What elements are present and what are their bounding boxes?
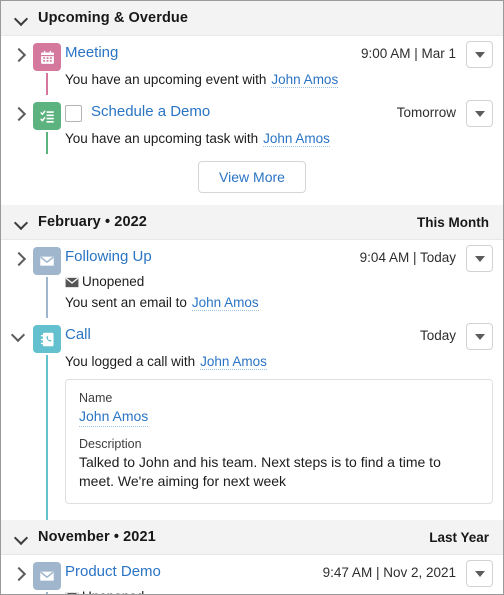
timeline-item-body: Following Up 9:04 AM | Today Unopened Yo… <box>65 240 493 318</box>
task-list-icon <box>33 102 61 130</box>
chevron-down-icon[interactable] <box>15 12 28 25</box>
item-timestamp: Today <box>419 328 456 343</box>
timeline-connector <box>46 355 48 520</box>
item-title-following-up[interactable]: Following Up <box>65 247 152 267</box>
item-timestamp: 9:04 AM | Today <box>359 250 456 265</box>
caret-down-icon <box>474 51 485 58</box>
chevron-right-icon <box>13 49 25 61</box>
timeline-item-product-demo: Product Demo 9:47 AM | Nov 2, 2021 Unope… <box>1 555 503 594</box>
timeline-item-body: Meeting 9:00 AM | Mar 1 You have an upco… <box>65 36 493 95</box>
view-more-button[interactable]: View More <box>198 161 306 193</box>
expand-toggle-schedule-demo[interactable] <box>9 95 29 154</box>
view-more-container: View More <box>1 154 503 205</box>
task-complete-checkbox[interactable] <box>65 105 82 122</box>
timeline-rail-meeting <box>29 36 65 95</box>
item-title-product-demo[interactable]: Product Demo <box>65 562 161 582</box>
section-right-label: This Month <box>417 214 489 230</box>
envelope-icon <box>65 592 79 594</box>
timeline-rail-product-demo <box>29 555 65 594</box>
timeline-rail-schedule-demo <box>29 95 65 154</box>
section-right-label: Last Year <box>429 529 489 545</box>
activity-timeline-panel: Upcoming & Overdue Meeting 9:00 AM | Mar… <box>0 0 504 595</box>
chevron-down-icon <box>13 331 25 343</box>
timeline-item-body: Call Today You logged a call with John Am… <box>65 318 493 520</box>
item-description-prefix: You have an upcoming event with <box>65 72 267 87</box>
related-contact-link[interactable]: John Amos <box>191 295 259 311</box>
field-label-description: Description <box>79 437 142 451</box>
section-title: February • 2022 <box>38 214 147 230</box>
row-actions-menu-button[interactable] <box>466 100 493 127</box>
field-value-name-link[interactable]: John Amos <box>79 407 149 427</box>
caret-down-icon <box>474 333 485 340</box>
chevron-down-icon[interactable] <box>15 216 28 229</box>
timeline-connector <box>46 73 48 95</box>
row-actions-menu-button[interactable] <box>466 245 493 272</box>
item-description-prefix: You sent an email to <box>65 295 187 310</box>
field-label-name: Name <box>79 391 113 405</box>
chevron-down-icon[interactable] <box>15 531 28 544</box>
caret-down-icon <box>474 255 485 262</box>
expand-toggle-meeting[interactable] <box>9 36 29 95</box>
related-contact-link[interactable]: John Amos <box>263 131 330 147</box>
email-icon <box>33 562 61 590</box>
item-title-call[interactable]: Call <box>65 325 91 345</box>
item-timestamp: 9:00 AM | Mar 1 <box>360 46 456 61</box>
chevron-right-icon <box>13 568 25 580</box>
item-description-prefix: You have an upcoming task with <box>65 131 259 146</box>
row-actions-menu-button[interactable] <box>466 41 493 68</box>
section-header-november-2021[interactable]: November • 2021 Last Year <box>1 520 503 555</box>
call-log-icon <box>33 325 61 353</box>
item-subtitle: You sent an email to John Amos <box>65 293 493 312</box>
timeline-item-schedule-demo: Schedule a Demo Tomorrow You have an upc… <box>1 95 503 154</box>
related-contact-link[interactable]: John Amos <box>200 354 267 370</box>
email-status: Unopened <box>65 588 493 594</box>
field-value-description: Talked to John and his team. Next steps … <box>79 454 441 489</box>
timeline-item-body: Schedule a Demo Tomorrow You have an upc… <box>65 95 493 154</box>
item-title-meeting[interactable]: Meeting <box>65 43 118 63</box>
expand-toggle-call[interactable] <box>9 318 29 520</box>
expand-toggle-following-up[interactable] <box>9 240 29 318</box>
email-status: Unopened <box>65 273 493 291</box>
item-subtitle: You logged a call with John Amos <box>65 352 493 371</box>
envelope-icon <box>65 277 79 288</box>
section-header-february-2022[interactable]: February • 2022 This Month <box>1 205 503 240</box>
caret-down-icon <box>474 110 485 117</box>
section-title: Upcoming & Overdue <box>38 10 189 26</box>
timeline-connector <box>46 277 48 318</box>
timeline-rail-call <box>29 318 65 520</box>
row-actions-menu-button[interactable] <box>466 560 493 587</box>
timeline-item-meeting: Meeting 9:00 AM | Mar 1 You have an upco… <box>1 36 503 95</box>
chevron-right-icon <box>13 253 25 265</box>
section-header-upcoming[interactable]: Upcoming & Overdue <box>1 1 503 36</box>
timeline-rail-following-up <box>29 240 65 318</box>
item-title-schedule-demo[interactable]: Schedule a Demo <box>91 102 210 122</box>
call-detail-card: Name John Amos Description Talked to Joh… <box>65 379 493 504</box>
field-description: Description Talked to John and his team.… <box>79 436 479 491</box>
timeline-connector <box>46 132 48 154</box>
section-title: November • 2021 <box>38 529 156 545</box>
timeline-item-body: Product Demo 9:47 AM | Nov 2, 2021 Unope… <box>65 555 493 594</box>
related-contact-link[interactable]: John Amos <box>271 72 339 88</box>
email-icon <box>33 247 61 275</box>
timeline-item-following-up: Following Up 9:04 AM | Today Unopened Yo… <box>1 240 503 318</box>
field-name: Name John Amos <box>79 390 479 427</box>
chevron-right-icon <box>13 108 25 120</box>
row-actions-menu-button[interactable] <box>466 323 493 350</box>
item-subtitle: You have an upcoming task with John Amos <box>65 129 493 148</box>
caret-down-icon <box>474 570 485 577</box>
item-subtitle: You have an upcoming event with John Amos <box>65 70 493 89</box>
email-status-label: Unopened <box>82 274 145 289</box>
calendar-icon <box>33 43 61 71</box>
item-timestamp: Tomorrow <box>396 105 456 120</box>
item-timestamp: 9:47 AM | Nov 2, 2021 <box>322 565 456 580</box>
item-description-prefix: You logged a call with <box>65 354 196 369</box>
timeline-item-call: Call Today You logged a call with John Am… <box>1 318 503 520</box>
expand-toggle-product-demo[interactable] <box>9 555 29 594</box>
email-status-label: Unopened <box>82 588 144 594</box>
